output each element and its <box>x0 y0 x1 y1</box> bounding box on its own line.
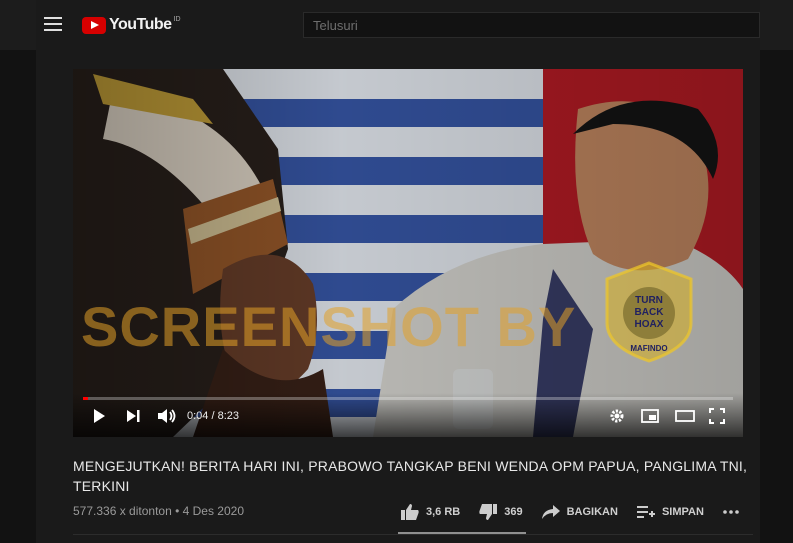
svg-text:HOAX: HOAX <box>635 319 664 330</box>
header: YouTube ID <box>0 0 793 50</box>
divider <box>73 534 753 535</box>
fullscreen-icon[interactable] <box>709 408 725 424</box>
save-button[interactable]: SIMPAN <box>636 504 704 520</box>
screenshot-watermark: SCREENSHOT BY <box>81 295 577 358</box>
progress-bar[interactable] <box>83 397 733 400</box>
search-box[interactable] <box>303 12 760 38</box>
more-dots-icon <box>723 510 739 514</box>
share-label: BAGIKAN <box>566 506 618 518</box>
youtube-play-icon <box>82 16 106 34</box>
time-display: 0:04 / 8:23 <box>187 410 239 422</box>
thumbs-up-icon <box>401 504 419 520</box>
more-actions-button[interactable] <box>722 509 746 515</box>
svg-text:TURN: TURN <box>635 295 663 306</box>
video-player[interactable]: SCREENSHOT BY TURN BACK HOAX MAFINDO 0:0… <box>73 69 743 437</box>
video-overlay-shade <box>73 69 743 437</box>
search-input[interactable] <box>304 13 759 37</box>
miniplayer-icon[interactable] <box>641 408 659 424</box>
share-button[interactable]: BAGIKAN <box>541 504 618 520</box>
theater-mode-icon[interactable] <box>675 408 695 424</box>
logo-text: YouTube <box>109 16 172 33</box>
player-controls: 0:04 / 8:23 <box>73 393 743 437</box>
like-count: 3,6 RB <box>426 506 461 518</box>
save-label: SIMPAN <box>661 506 704 518</box>
turnbackhoax-badge: TURN BACK HOAX MAFINDO <box>605 261 693 363</box>
play-icon[interactable] <box>91 408 107 424</box>
like-button[interactable]: 3,6 RB <box>400 503 460 521</box>
youtube-logo[interactable]: YouTube ID <box>82 14 181 36</box>
hamburger-menu-icon[interactable] <box>44 17 62 31</box>
progress-fill <box>83 397 89 400</box>
view-count-date: 577.336 x ditonton • 4 Des 2020 <box>73 504 244 518</box>
logo-region: ID <box>173 15 181 23</box>
svg-text:BACK: BACK <box>635 307 665 318</box>
dislike-count: 369 <box>504 506 523 518</box>
settings-gear-icon[interactable] <box>609 408 625 424</box>
svg-text:MAFINDO: MAFINDO <box>630 344 667 353</box>
thumbs-down-icon <box>479 504 498 520</box>
volume-icon[interactable] <box>157 408 177 424</box>
video-title: MENGEJUTKAN! BERITA HARI INI, PRABOWO TA… <box>73 458 748 494</box>
playlist-add-icon <box>636 506 655 518</box>
next-icon[interactable] <box>125 408 141 424</box>
video-actions: 3,6 RB 369 BAGIKAN SIMPAN <box>400 500 746 524</box>
share-arrow-icon <box>541 505 560 519</box>
dislike-button[interactable]: 369 <box>478 503 523 521</box>
